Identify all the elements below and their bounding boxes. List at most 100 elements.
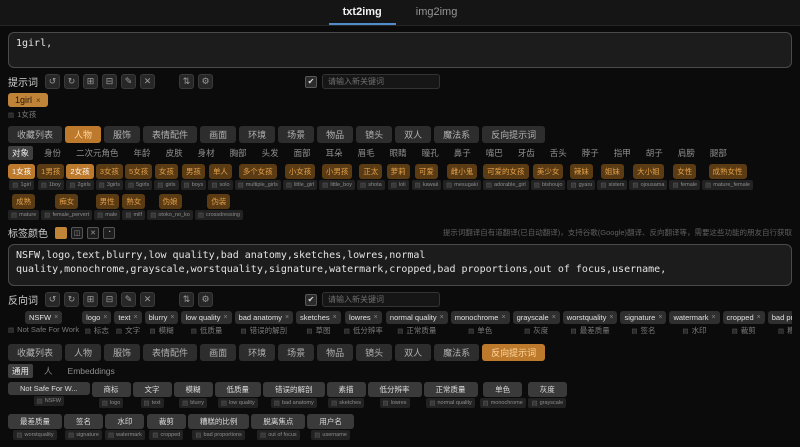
- subcategory-通用[interactable]: 通用: [8, 364, 34, 378]
- category-tab-魔法系[interactable]: 魔法系: [434, 344, 480, 361]
- subcategory-二次元角色[interactable]: 二次元角色: [72, 146, 123, 160]
- paste-icon[interactable]: ⊟: [102, 292, 117, 307]
- category-tab-镜头[interactable]: 镜头: [356, 126, 393, 143]
- tag-button[interactable]: 多个女孩: [238, 164, 277, 179]
- subcategory-腿部[interactable]: 腿部: [706, 146, 731, 160]
- remove-icon[interactable]: ×: [170, 314, 174, 321]
- tag-button[interactable]: 糟糕的比例: [187, 414, 250, 429]
- tag-button[interactable]: 男性: [95, 194, 119, 209]
- tag-button[interactable]: 2女孩: [66, 164, 94, 179]
- remove-icon[interactable]: ×: [103, 314, 107, 321]
- remove-icon[interactable]: ×: [658, 314, 662, 321]
- settings-icon[interactable]: ⚙: [198, 74, 213, 89]
- subcategory-指甲[interactable]: 指甲: [610, 146, 635, 160]
- tag-button[interactable]: 女孩: [154, 164, 178, 179]
- tag-button[interactable]: 萝莉: [386, 164, 410, 179]
- category-tab-人物[interactable]: 人物: [65, 126, 102, 143]
- subcategory-面部[interactable]: 面部: [290, 146, 315, 160]
- tag-button[interactable]: 痴女: [55, 194, 79, 209]
- subcategory-胸部[interactable]: 胸部: [226, 146, 251, 160]
- tag-button[interactable]: 姐妹: [600, 164, 624, 179]
- tag-button[interactable]: 最差质量: [8, 414, 62, 429]
- negative-prompt-textarea[interactable]: NSFW,logo,text,blurry,low quality,bad an…: [8, 244, 792, 286]
- remove-icon[interactable]: ×: [609, 314, 613, 321]
- tag-button[interactable]: 雌小鬼: [446, 164, 478, 179]
- tag-button[interactable]: 男孩: [181, 164, 205, 179]
- tag-button[interactable]: 正太: [359, 164, 383, 179]
- remove-icon[interactable]: ×: [134, 314, 138, 321]
- tag-button[interactable]: 错误的解剖: [263, 382, 325, 397]
- tag-button[interactable]: 成熟: [12, 194, 36, 209]
- negative-keyword-chip[interactable]: bad anatomy ×: [234, 311, 294, 324]
- remove-icon[interactable]: ×: [711, 314, 715, 321]
- tag-color-mixed-swatch[interactable]: ◔: [103, 226, 115, 239]
- tag-button[interactable]: 伪装: [207, 194, 231, 209]
- remove-icon[interactable]: ×: [223, 314, 227, 321]
- clear-icon[interactable]: ✕: [140, 74, 155, 89]
- tag-button[interactable]: 单色: [483, 382, 523, 397]
- negative-keyword-chip[interactable]: watermark ×: [669, 311, 720, 324]
- negative-keyword-chip[interactable]: worstquality ×: [562, 311, 618, 324]
- remove-icon[interactable]: ×: [757, 314, 761, 321]
- category-tab-魔法系[interactable]: 魔法系: [434, 126, 480, 143]
- tag-button[interactable]: 女性: [673, 164, 697, 179]
- negative-keyword-chip[interactable]: logo ×: [82, 311, 112, 324]
- tag-button[interactable]: 单人: [208, 164, 232, 179]
- tag-color-pattern-swatch[interactable]: ◫: [71, 226, 83, 239]
- tab-txt2img[interactable]: txt2img: [328, 2, 396, 25]
- tag-button[interactable]: 脱离焦点: [251, 414, 306, 429]
- tag-button[interactable]: 可爱: [414, 164, 438, 179]
- tag-button[interactable]: 3女孩: [95, 164, 123, 179]
- remove-icon[interactable]: ×: [36, 96, 41, 105]
- subcategory-对象[interactable]: 对象: [8, 146, 34, 160]
- negative-keyword-chip[interactable]: blurry ×: [144, 311, 179, 324]
- negative-keyword-chip[interactable]: normal quality ×: [385, 311, 448, 324]
- category-tab-反向提示词[interactable]: 反向提示词: [482, 344, 546, 361]
- tag-button[interactable]: 素描: [326, 382, 366, 397]
- tag-button[interactable]: 小女孩: [284, 164, 316, 179]
- sort-icon[interactable]: ⇅: [179, 292, 194, 307]
- tab-img2img[interactable]: img2img: [402, 2, 472, 25]
- tag-button[interactable]: 用户名: [307, 414, 354, 429]
- category-tab-物品[interactable]: 物品: [317, 126, 354, 143]
- subcategory-眼睛[interactable]: 眼睛: [386, 146, 411, 160]
- category-tab-表情配件[interactable]: 表情配件: [143, 344, 198, 361]
- subcategory-眉毛[interactable]: 眉毛: [354, 146, 379, 160]
- subcategory-头发[interactable]: 头发: [258, 146, 283, 160]
- undo-icon[interactable]: ↺: [45, 292, 60, 307]
- negative-keyword-chip[interactable]: bad proportions×: [767, 311, 792, 324]
- negative-keyword-chip[interactable]: cropped ×: [722, 311, 765, 324]
- keyword-checkbox[interactable]: ✔: [305, 75, 317, 88]
- category-tab-收藏列表[interactable]: 收藏列表: [8, 344, 63, 361]
- remove-icon[interactable]: ×: [285, 314, 289, 321]
- tag-color-orange-swatch[interactable]: [55, 226, 67, 239]
- subcategory-胡子[interactable]: 胡子: [642, 146, 667, 160]
- tag-button[interactable]: 低质量: [214, 382, 262, 397]
- negative-keyword-chip[interactable]: text ×: [114, 311, 142, 324]
- category-tab-反向提示词[interactable]: 反向提示词: [482, 126, 546, 143]
- tag-button[interactable]: 成熟女性: [708, 164, 747, 179]
- category-tab-收藏列表[interactable]: 收藏列表: [8, 126, 63, 143]
- negative-keyword-chip[interactable]: lowres ×: [344, 311, 382, 324]
- subcategory-嘴巴[interactable]: 嘴巴: [482, 146, 507, 160]
- negative-keyword-chip[interactable]: low quality ×: [181, 311, 232, 324]
- prompt-textarea[interactable]: 1girl,: [8, 32, 792, 68]
- category-tab-双人[interactable]: 双人: [395, 126, 432, 143]
- subcategory-Embeddings[interactable]: Embeddings: [64, 365, 119, 377]
- category-tab-场景[interactable]: 场景: [278, 126, 315, 143]
- category-tab-画面[interactable]: 画面: [200, 126, 237, 143]
- category-tab-服饰[interactable]: 服饰: [104, 126, 141, 143]
- negative-keyword-chip[interactable]: grayscale ×: [512, 311, 560, 324]
- tag-button[interactable]: 辣妹: [569, 164, 593, 179]
- tag-button[interactable]: 1女孩: [8, 164, 36, 179]
- subcategory-耳朵[interactable]: 耳朵: [322, 146, 347, 160]
- copy-icon[interactable]: ⊞: [83, 74, 98, 89]
- negative-keyword-chip[interactable]: sketches ×: [296, 311, 341, 324]
- category-tab-环境[interactable]: 环境: [239, 344, 276, 361]
- subcategory-脖子[interactable]: 脖子: [578, 146, 603, 160]
- tag-button[interactable]: 裁剪: [146, 414, 186, 429]
- subcategory-舌头[interactable]: 舌头: [546, 146, 571, 160]
- subcategory-鼻子[interactable]: 鼻子: [450, 146, 475, 160]
- tag-button[interactable]: 模糊: [173, 382, 213, 397]
- settings-icon[interactable]: ⚙: [198, 292, 213, 307]
